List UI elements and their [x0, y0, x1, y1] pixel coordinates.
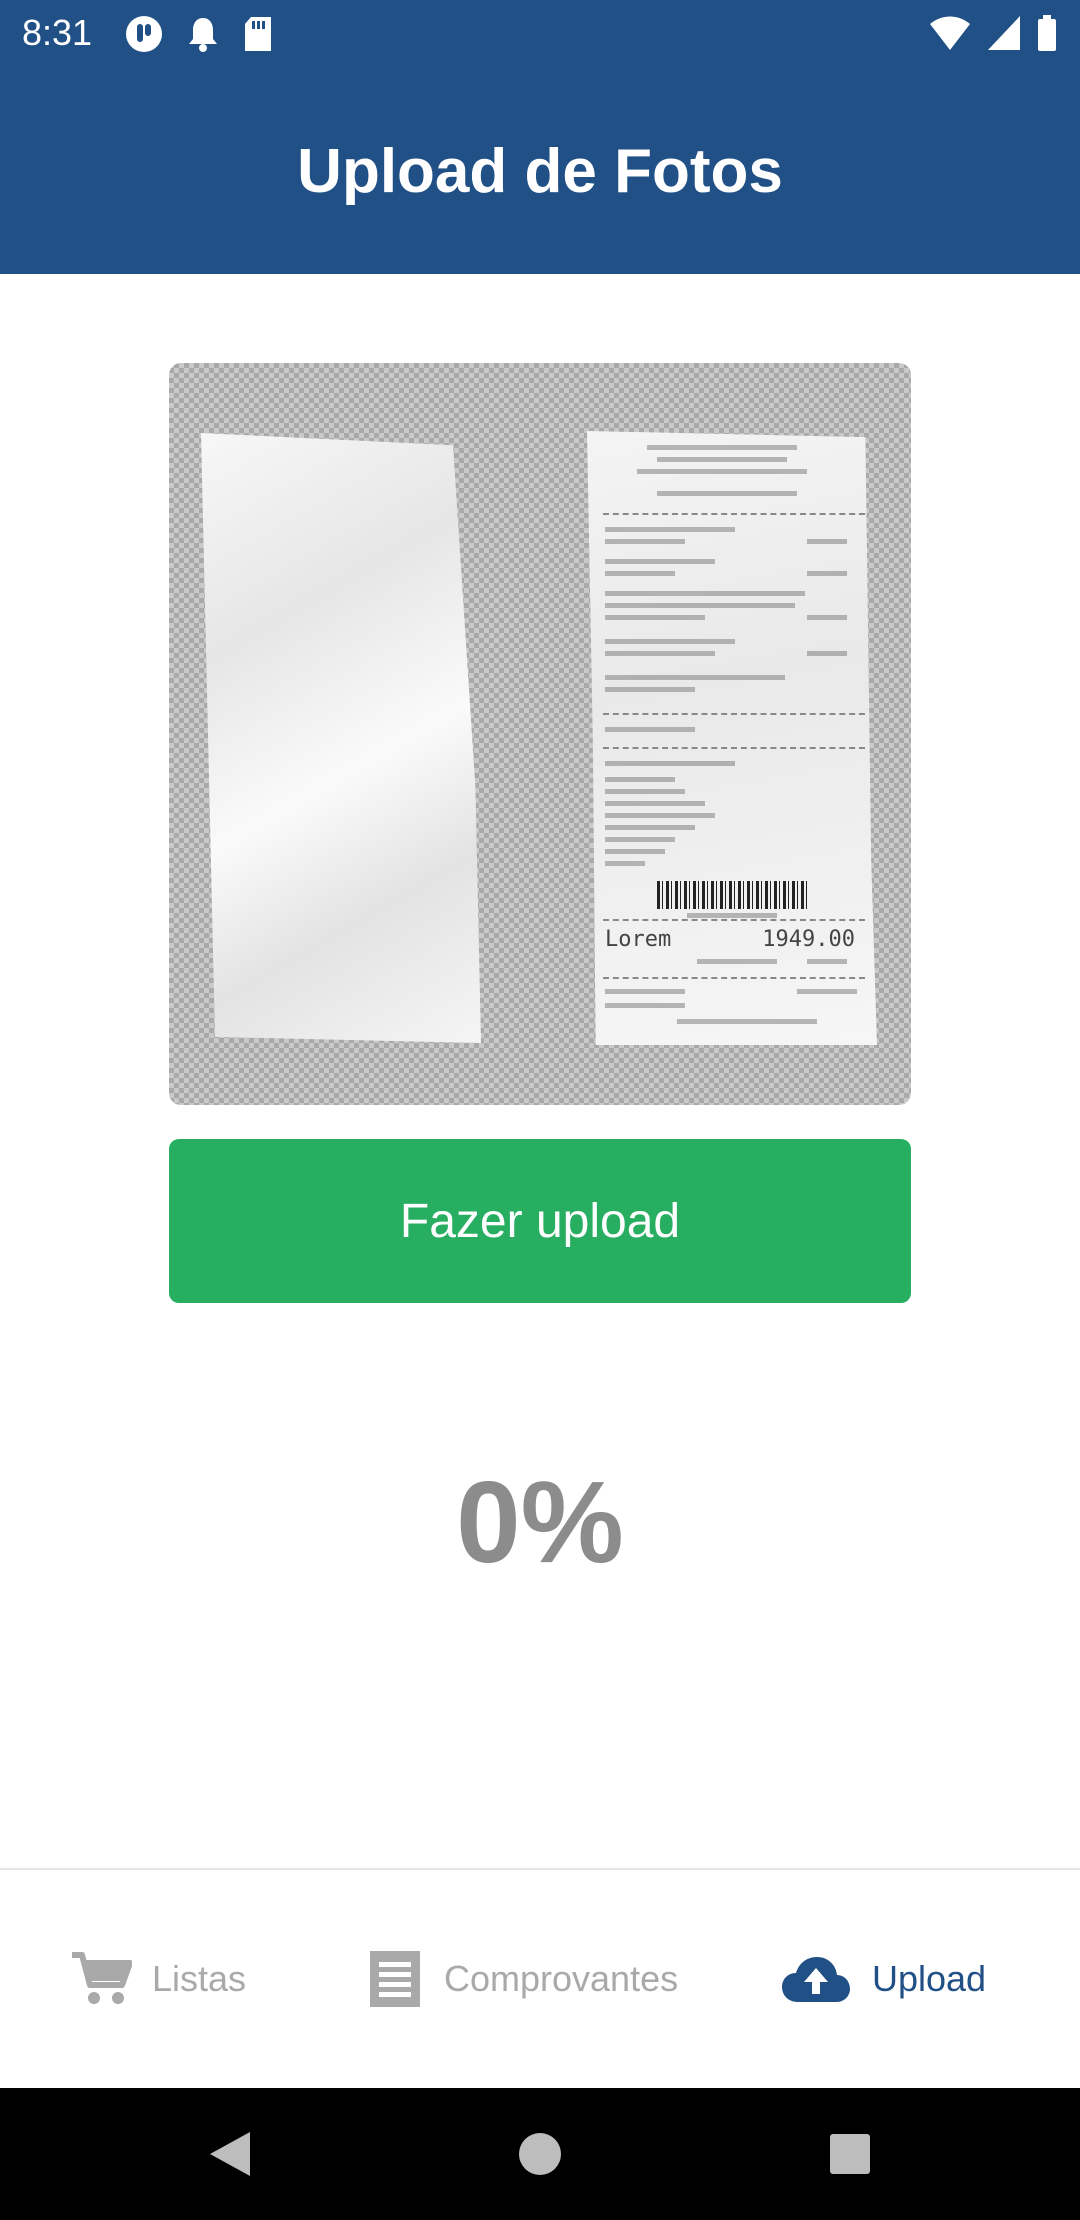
tab-comprovantes[interactable]: Comprovantes — [366, 1870, 678, 2088]
bottom-tab-bar: Listas Comprovantes Upload — [0, 1870, 1080, 2088]
status-time: 8:31 — [22, 12, 93, 53]
cart-icon — [72, 1952, 132, 2004]
status-bar: 8:31 — [0, 0, 1080, 66]
home-icon — [519, 2133, 561, 2175]
system-nav-bar — [0, 2088, 1080, 2220]
signal-icon — [988, 16, 1020, 50]
recents-button[interactable] — [810, 2088, 890, 2220]
wifi-icon — [930, 16, 970, 50]
bell-icon — [189, 18, 217, 52]
tab-listas[interactable]: Listas — [70, 1870, 246, 2088]
printed-receipt-image: Lorem 1949.00 — [587, 431, 877, 1045]
blank-receipt-image — [201, 433, 481, 1043]
tab-listas-label: Listas — [152, 1958, 247, 1999]
upload-button[interactable]: Fazer upload — [169, 1139, 911, 1303]
battery-icon — [1038, 15, 1056, 51]
recents-icon — [830, 2134, 870, 2174]
photo-preview[interactable]: Lorem 1949.00 — [169, 363, 911, 1105]
upload-progress-text: 0% — [456, 1457, 624, 1587]
tab-comprovantes-label: Comprovantes — [444, 1958, 679, 1999]
tab-upload[interactable]: Upload — [780, 1870, 986, 2088]
app-bar: Upload de Fotos — [0, 66, 1080, 274]
page-title: Upload de Fotos — [297, 137, 783, 206]
barcode — [657, 881, 807, 909]
home-button[interactable] — [500, 2088, 580, 2220]
cloud-upload-icon — [782, 1957, 850, 2002]
back-icon — [210, 2132, 250, 2176]
back-button[interactable] — [190, 2088, 270, 2220]
app-notification-icon — [126, 16, 162, 52]
tab-upload-label: Upload — [872, 1958, 987, 1999]
receipt-icon — [370, 1951, 420, 2007]
receipt-total-label: Lorem — [605, 927, 672, 952]
sd-card-icon — [245, 17, 271, 51]
receipt-total-value: 1949.00 — [762, 927, 855, 952]
